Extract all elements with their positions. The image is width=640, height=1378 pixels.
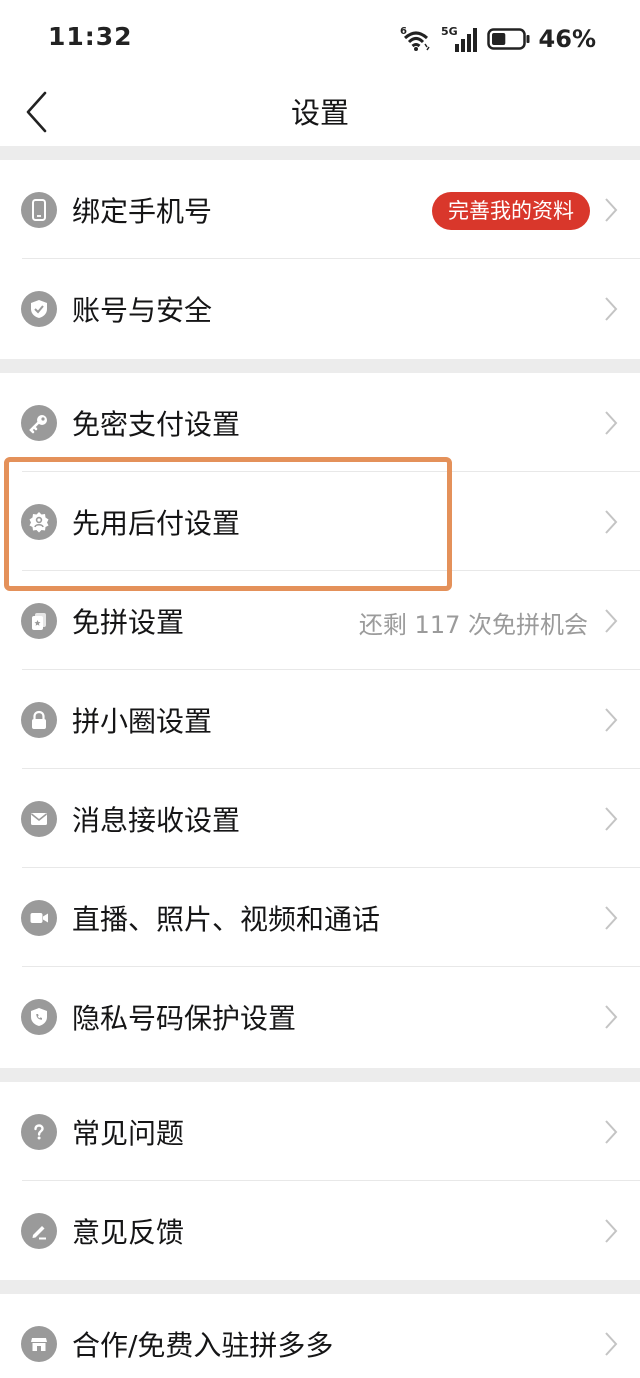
question-icon: [21, 1114, 57, 1150]
section-gap: [0, 359, 640, 373]
complete-profile-badge[interactable]: 完善我的资料: [432, 192, 590, 230]
coupon-icon: [21, 603, 57, 639]
row-label: 直播、照片、视频和通话: [72, 903, 381, 936]
settings-row-cooperation[interactable]: 合作/免费入驻拼多多: [0, 1295, 640, 1378]
settings-row-group-free[interactable]: 免拼设置 还剩 117 次免拼机会: [0, 572, 640, 670]
wifi-icon: 6: [400, 26, 430, 51]
settings-row-pay-later[interactable]: 先用后付设置: [0, 473, 640, 571]
chevron-right-icon: [605, 297, 618, 321]
divider: [22, 867, 640, 868]
chevron-right-icon: [605, 1120, 618, 1144]
row-label: 隐私号码保护设置: [72, 1002, 297, 1035]
svg-text:5G: 5G: [441, 25, 458, 38]
divider: [22, 570, 640, 571]
settings-row-password-free-payment[interactable]: 免密支付设置: [0, 374, 640, 472]
page-title: 设置: [290, 96, 349, 130]
pay-later-icon: [21, 504, 57, 540]
pencil-icon: [21, 1213, 57, 1249]
row-label: 拼小圈设置: [72, 705, 213, 738]
row-label: 常见问题: [72, 1117, 185, 1150]
row-label: 意见反馈: [72, 1216, 185, 1249]
divider: [22, 768, 640, 769]
privacy-phone-icon: [21, 999, 57, 1035]
shield-check-icon: [21, 291, 57, 327]
settings-row-circle[interactable]: 拼小圈设置: [0, 671, 640, 769]
row-label: 免密支付设置: [72, 408, 241, 441]
chevron-right-icon: [605, 1005, 618, 1029]
remaining-count-text: 还剩 117 次免拼机会: [358, 611, 588, 639]
chevron-right-icon: [605, 198, 618, 222]
status-icons: 6 5G 46%: [399, 22, 596, 56]
status-time: 11:32: [48, 22, 133, 51]
settings-row-feedback[interactable]: 意见反馈: [0, 1182, 640, 1280]
divider: [22, 471, 640, 472]
chevron-right-icon: [605, 411, 618, 435]
store-icon: [21, 1326, 57, 1362]
video-camera-icon: [21, 900, 57, 936]
key-icon: [21, 405, 57, 441]
nav-bar: 设置: [0, 78, 640, 146]
mail-icon: [21, 801, 57, 837]
settings-row-media-permissions[interactable]: 直播、照片、视频和通话: [0, 869, 640, 967]
row-label: 合作/免费入驻拼多多: [72, 1329, 334, 1362]
row-label: 先用后付设置: [72, 507, 241, 540]
row-label: 绑定手机号: [72, 195, 213, 228]
divider: [22, 1180, 640, 1181]
divider: [22, 669, 640, 670]
settings-row-account-security[interactable]: 账号与安全: [0, 260, 640, 358]
settings-row-privacy-number[interactable]: 隐私号码保护设置: [0, 968, 640, 1066]
section-gap: [0, 1280, 640, 1294]
chevron-right-icon: [605, 708, 618, 732]
row-label: 消息接收设置: [72, 804, 241, 837]
chevron-right-icon: [605, 906, 618, 930]
chevron-right-icon: [605, 609, 618, 633]
settings-row-bind-phone[interactable]: 绑定手机号 完善我的资料: [0, 161, 640, 259]
chevron-right-icon: [605, 510, 618, 534]
section-gap: [0, 146, 640, 160]
section-gap: [0, 1068, 640, 1082]
settings-row-faq[interactable]: 常见问题: [0, 1083, 640, 1181]
divider: [22, 966, 640, 967]
status-bar: 11:32 6 5G 46%: [0, 0, 640, 78]
battery-percent: 46%: [538, 25, 596, 53]
lock-icon: [21, 702, 57, 738]
chevron-right-icon: [605, 807, 618, 831]
cellular-signal-icon: 5G: [441, 25, 477, 52]
divider: [22, 258, 640, 259]
chevron-right-icon: [605, 1332, 618, 1356]
row-label: 免拼设置: [72, 606, 185, 639]
phone-icon: [21, 192, 57, 228]
row-label: 账号与安全: [72, 294, 213, 327]
chevron-right-icon: [605, 1219, 618, 1243]
settings-row-messages[interactable]: 消息接收设置: [0, 770, 640, 868]
battery-icon: [486, 28, 530, 50]
